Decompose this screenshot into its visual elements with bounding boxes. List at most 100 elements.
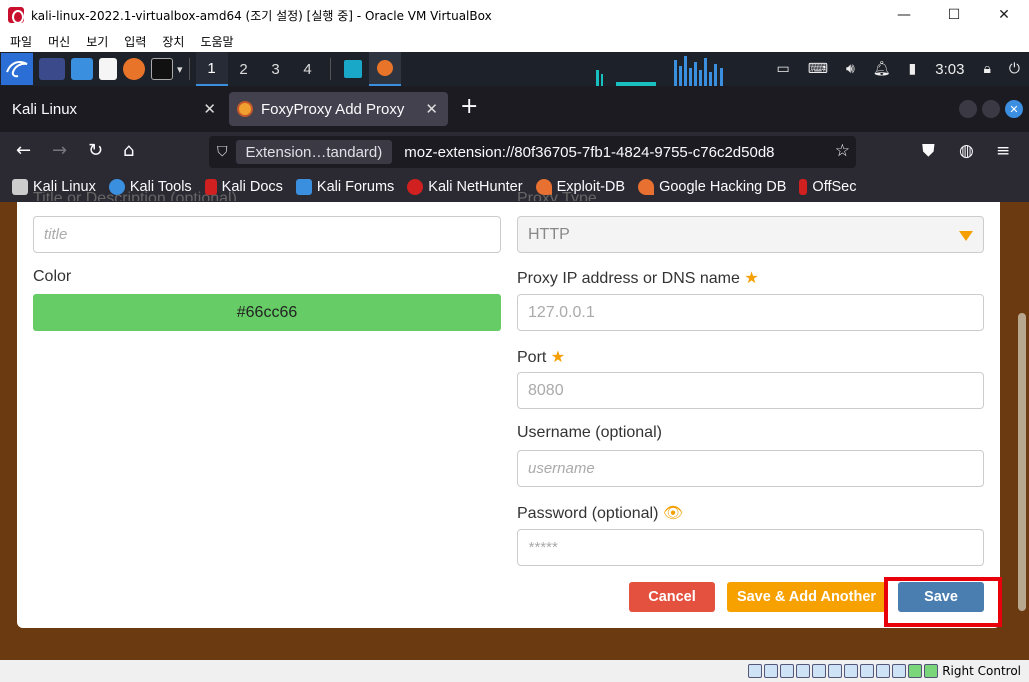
- keyboard-capture-icon[interactable]: [924, 664, 939, 678]
- menu-help[interactable]: 도움말: [200, 33, 233, 50]
- workspace-4[interactable]: 4: [292, 52, 324, 86]
- port-label: Port ★: [517, 349, 566, 366]
- workspace-1[interactable]: 1: [195, 52, 228, 86]
- bookmark-offsec[interactable]: OffSec: [799, 179, 856, 195]
- title-input[interactable]: title: [33, 216, 501, 253]
- eye-icon[interactable]: 👁︎: [663, 505, 683, 522]
- tab-kali-linux[interactable]: Kali Linux ✕: [0, 92, 226, 126]
- host-key-label: Right Control: [942, 664, 1021, 678]
- host-window-controls: — ☐ ✕: [879, 0, 1029, 30]
- taskbar-firefox-icon[interactable]: [368, 52, 401, 86]
- mouse-integration-icon[interactable]: [908, 664, 923, 678]
- workspace-3[interactable]: 3: [260, 52, 292, 86]
- proxy-type-select[interactable]: HTTP: [517, 216, 984, 253]
- new-tab-button[interactable]: +: [460, 94, 478, 119]
- foxyproxy-toolbar-icon[interactable]: ◍: [959, 141, 974, 161]
- color-label: Color: [33, 268, 72, 285]
- clipboard-icon[interactable]: ▮: [909, 61, 917, 77]
- workspace-2[interactable]: 2: [228, 52, 260, 86]
- panel-separator: [188, 58, 190, 80]
- menu-input[interactable]: 입력: [124, 33, 146, 50]
- menu-devices[interactable]: 장치: [162, 33, 184, 50]
- shared-folder-icon[interactable]: [828, 664, 843, 678]
- host-window-title: kali-linux-2022.1-virtualbox-amd64 (조기 설…: [31, 8, 492, 23]
- host-menu-bar: 파일 머신 보기 입력 장치 도움말: [0, 30, 1029, 52]
- taskbar-app-icon[interactable]: [337, 52, 369, 86]
- password-input[interactable]: *****: [517, 529, 984, 566]
- tab-close-icon[interactable]: ✕: [203, 100, 216, 118]
- proxy-type-value: HTTP: [528, 225, 570, 243]
- firefox-launcher-icon[interactable]: [123, 58, 145, 80]
- proxy-type-label: Proxy Type: [517, 190, 597, 201]
- chevron-down-icon[interactable]: ▾: [177, 63, 183, 76]
- back-arrow-icon[interactable]: ←: [16, 140, 31, 161]
- vbox-status-bar: Right Control: [0, 660, 1029, 682]
- tab-label: FoxyProxy Add Proxy: [261, 100, 405, 118]
- guest-additions-icon[interactable]: [892, 664, 907, 678]
- browser-maximize-button[interactable]: [982, 100, 1000, 118]
- optical-drive-icon[interactable]: [764, 664, 779, 678]
- cancel-button[interactable]: Cancel: [629, 582, 715, 612]
- notification-bell-icon[interactable]: 🔔︎: [873, 61, 891, 77]
- hamburger-menu-icon[interactable]: ≡: [996, 141, 1010, 161]
- cpu-graph: [596, 56, 723, 86]
- text-editor-icon[interactable]: [99, 58, 117, 80]
- kali-menu-icon[interactable]: [1, 53, 33, 85]
- tracking-shield-icon[interactable]: ⛉: [217, 144, 228, 160]
- show-desktop-icon[interactable]: [39, 58, 65, 80]
- tab-foxyproxy-add-proxy[interactable]: FoxyProxy Add Proxy ✕: [229, 92, 448, 126]
- bookmark-star-icon[interactable]: ☆: [835, 141, 850, 161]
- maximize-button[interactable]: ☐: [929, 0, 979, 30]
- panel-clock[interactable]: 3:03: [935, 61, 964, 78]
- ghdb-icon: [638, 179, 655, 195]
- password-label: Password (optional) 👁︎: [517, 505, 684, 522]
- browser-minimize-button[interactable]: [959, 100, 977, 118]
- browser-close-button[interactable]: ✕: [1005, 100, 1023, 118]
- cpu-icon[interactable]: [876, 664, 891, 678]
- terminal-icon[interactable]: [151, 58, 173, 80]
- bookmark-kali-nethunter[interactable]: Kali NetHunter: [407, 179, 523, 195]
- nethunter-icon: [407, 179, 424, 195]
- home-icon[interactable]: ⌂: [123, 140, 134, 161]
- network-icon[interactable]: [796, 664, 811, 678]
- monitor-icon[interactable]: ▭: [776, 61, 789, 77]
- keyboard-icon[interactable]: ⌨: [808, 61, 828, 77]
- url-input[interactable]: moz-extension://80f36705-7fb1-4824-9755-…: [404, 144, 794, 161]
- panel-separator: [329, 58, 331, 80]
- color-picker[interactable]: #66cc66: [33, 294, 501, 331]
- menu-file[interactable]: 파일: [10, 33, 32, 50]
- tab-close-icon[interactable]: ✕: [425, 100, 438, 118]
- site-identity-button[interactable]: Extension…tandard): [235, 140, 393, 164]
- offsec-icon: [799, 179, 808, 195]
- display-icon[interactable]: [844, 664, 859, 678]
- save-add-another-button[interactable]: Save & Add Another: [727, 582, 886, 612]
- page-scrollbar-thumb[interactable]: [1018, 313, 1026, 611]
- tab-label: Kali Linux: [12, 100, 78, 118]
- recording-icon[interactable]: [860, 664, 875, 678]
- bookmark-kali-forums[interactable]: Kali Forums: [295, 179, 394, 195]
- close-button[interactable]: ✕: [979, 0, 1029, 30]
- reload-icon[interactable]: ↻: [88, 140, 103, 161]
- url-bar[interactable]: ⛉ Extension…tandard) moz-extension://80f…: [209, 136, 856, 168]
- audio-icon[interactable]: [780, 664, 795, 678]
- file-manager-icon[interactable]: [71, 58, 93, 80]
- power-icon[interactable]: ⏻: [1009, 61, 1020, 77]
- required-star-icon: ★: [744, 270, 759, 287]
- kali-dragon-icon: [12, 179, 28, 195]
- browser-tab-strip: Kali Linux ✕ FoxyProxy Add Proxy ✕ + ✕: [0, 86, 1029, 132]
- port-input[interactable]: 8080: [517, 372, 984, 409]
- usb-icon[interactable]: [812, 664, 827, 678]
- menu-machine[interactable]: 머신: [48, 33, 70, 50]
- pocket-icon[interactable]: ⛊: [922, 141, 935, 161]
- username-input[interactable]: username: [517, 450, 984, 487]
- hard-disk-icon[interactable]: [748, 664, 763, 678]
- minimize-button[interactable]: —: [879, 0, 929, 30]
- forward-arrow-icon[interactable]: →: [52, 140, 67, 161]
- browser-window-controls: ✕: [954, 100, 1023, 118]
- menu-view[interactable]: 보기: [86, 33, 108, 50]
- browser-nav-bar: ← → ↻ ⌂ ⛉ Extension…tandard) moz-extensi…: [0, 132, 1029, 172]
- lock-icon[interactable]: 🔒︎: [983, 61, 990, 77]
- proxy-ip-input[interactable]: 127.0.0.1: [517, 294, 984, 331]
- bookmark-google-hacking-db[interactable]: Google Hacking DB: [638, 179, 786, 195]
- volume-icon[interactable]: 🔊︎: [846, 61, 855, 77]
